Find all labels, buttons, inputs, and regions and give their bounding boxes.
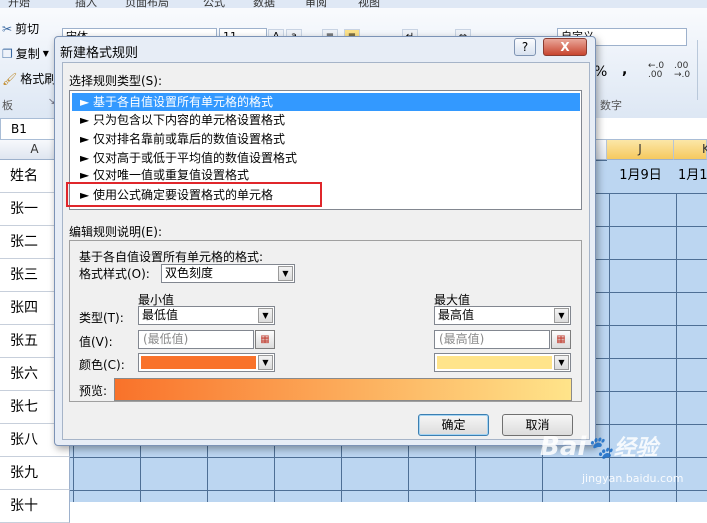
- column-a-label: A: [30, 142, 39, 156]
- min-range-picker-icon[interactable]: ▦: [255, 330, 275, 349]
- max-value-input[interactable]: (最高值): [434, 330, 550, 349]
- chevron-down-icon: ▼: [258, 355, 273, 370]
- decrease-decimal-icon[interactable]: .00 →.0: [674, 62, 690, 80]
- chevron-down-icon: ▼: [554, 308, 569, 323]
- min-color-swatch: [141, 356, 256, 369]
- description-heading: 基于各自值设置所有单元格的格式:: [79, 250, 264, 264]
- chevron-down-icon: ▼: [554, 355, 569, 370]
- number-group-label: 数字: [600, 99, 622, 112]
- format-style-select[interactable]: 双色刻度 ▼: [161, 264, 295, 283]
- max-type-value: 最高值: [438, 308, 475, 322]
- min-type-select[interactable]: 最低值 ▼: [138, 306, 275, 325]
- ok-button[interactable]: 确定: [418, 414, 489, 436]
- preview-gradient: [114, 378, 572, 401]
- min-color-picker[interactable]: ▼: [138, 353, 275, 372]
- edit-rule-label: 编辑规则说明(E):: [69, 225, 162, 239]
- name-box-value: B1: [11, 122, 27, 136]
- scissors-icon: ✂: [2, 21, 13, 36]
- max-color-picker[interactable]: ▼: [434, 353, 571, 372]
- chevron-down-icon: ▼: [42, 49, 49, 58]
- format-style-value: 双色刻度: [165, 266, 214, 280]
- rule-option-contains[interactable]: ► 只为包含以下内容的单元格设置格式: [72, 111, 580, 129]
- column-header-k[interactable]: K: [674, 140, 707, 160]
- tab-insert[interactable]: 插入: [75, 0, 97, 8]
- tab-data[interactable]: 数据: [253, 0, 275, 8]
- chevron-down-icon: ▼: [278, 266, 293, 281]
- help-button[interactable]: ?: [514, 38, 536, 56]
- min-value-placeholder: (最低值): [143, 332, 189, 346]
- cut-button[interactable]: ✂ 剪切: [2, 20, 39, 37]
- cell-a-row[interactable]: 张九: [0, 457, 70, 490]
- copy-label: 复制: [15, 47, 40, 61]
- cell-k1[interactable]: 1月1: [674, 160, 707, 193]
- rule-option-unique-duplicate[interactable]: ► 仅对唯一值或重复值设置格式: [72, 168, 580, 182]
- max-value-placeholder: (最高值): [439, 332, 485, 346]
- column-header-j[interactable]: J: [607, 140, 674, 160]
- highlight-box: [66, 182, 322, 207]
- type-label: 类型(T):: [79, 311, 124, 325]
- max-range-picker-icon[interactable]: ▦: [551, 330, 571, 349]
- copy-icon: ❐: [2, 46, 13, 61]
- cut-label: 剪切: [15, 22, 40, 36]
- color-label: 颜色(C):: [79, 358, 125, 372]
- tab-review[interactable]: 审阅: [305, 0, 327, 8]
- rule-option-all-cells[interactable]: ► 基于各自值设置所有单元格的格式: [72, 93, 580, 111]
- cell-j1[interactable]: 1月9日: [607, 160, 674, 193]
- cell-a-row[interactable]: 张十: [0, 490, 70, 523]
- chevron-down-icon: ▼: [258, 308, 273, 323]
- column-k-label: K: [702, 142, 707, 156]
- paintbrush-icon: 🖌: [2, 71, 18, 86]
- value-label: 值(V):: [79, 335, 113, 349]
- copy-button[interactable]: ❐ 复制 ▼: [2, 45, 49, 62]
- min-value-input[interactable]: (最低值): [138, 330, 254, 349]
- column-j-label: J: [638, 142, 642, 156]
- rule-option-average[interactable]: ► 仅对高于或低于平均值的数值设置格式: [72, 149, 580, 167]
- clipboard-group-label: 板: [2, 99, 13, 112]
- format-style-label: 格式样式(O):: [79, 267, 150, 281]
- close-button[interactable]: X: [543, 38, 587, 56]
- format-painter-button[interactable]: 🖌 格式刷: [2, 70, 56, 87]
- comma-style-button[interactable]: ,: [622, 62, 627, 78]
- ribbon-separator: [697, 40, 707, 100]
- format-painter-label: 格式刷: [20, 72, 57, 86]
- preview-label: 预览:: [79, 384, 108, 398]
- baidu-watermark-logo: Bai🐾经验: [540, 432, 658, 462]
- ribbon-tab-strip: 开始 插入 页面布局 公式 数据 审阅 视图: [0, 0, 707, 8]
- max-type-select[interactable]: 最高值 ▼: [434, 306, 571, 325]
- tab-home[interactable]: 开始: [8, 0, 30, 8]
- tab-formulas[interactable]: 公式: [203, 0, 225, 8]
- max-color-swatch: [437, 356, 552, 369]
- min-type-value: 最低值: [142, 308, 179, 322]
- rule-type-label: 选择规则类型(S):: [69, 74, 163, 88]
- tab-page-layout[interactable]: 页面布局: [125, 0, 169, 8]
- dialog-title: 新建格式规则: [60, 46, 139, 61]
- name-box[interactable]: B1: [0, 118, 58, 140]
- increase-decimal-icon[interactable]: ←.0.00: [648, 62, 664, 80]
- tab-view[interactable]: 视图: [358, 0, 380, 8]
- rule-option-top-bottom[interactable]: ► 仅对排名靠前或靠后的数值设置格式: [72, 130, 580, 148]
- watermark-url: jingyan.baidu.com: [582, 472, 684, 485]
